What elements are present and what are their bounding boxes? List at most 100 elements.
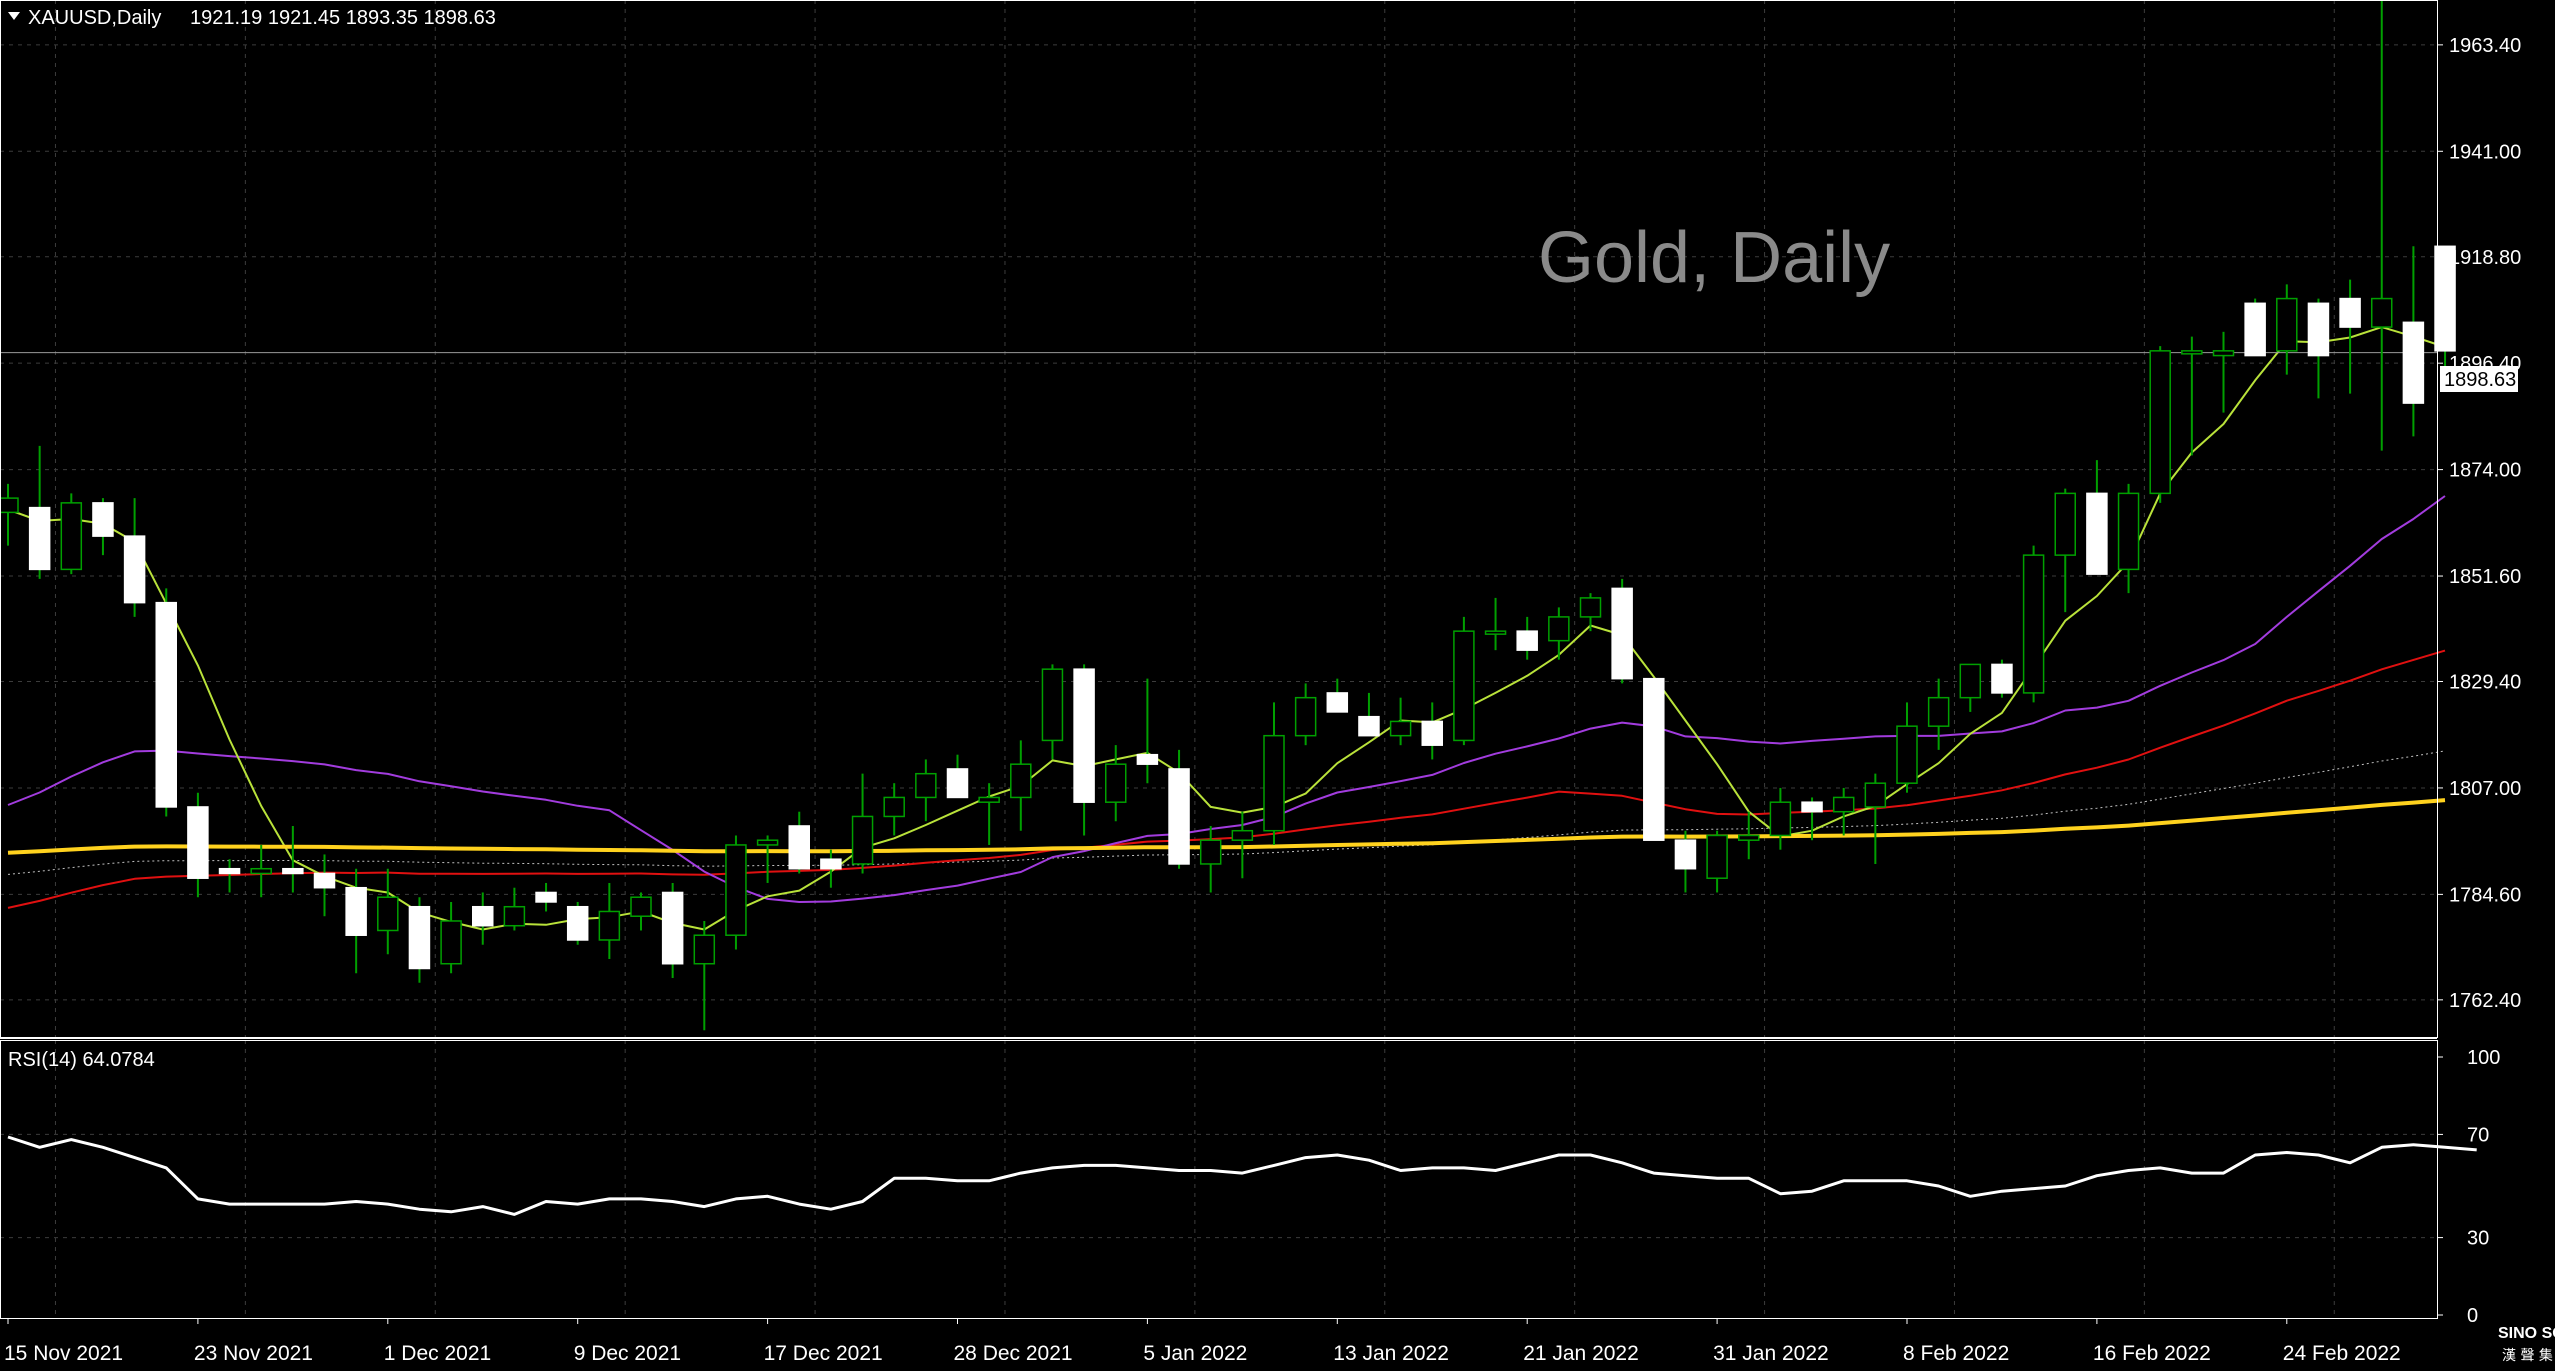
candle-bullish [60,502,83,571]
candle-bearish [218,867,241,875]
current-price-label: 1898.63 [2444,369,2516,391]
logo-text-en: SINO SOUND [2498,1325,2555,1342]
candle-bearish [282,867,304,875]
candle-bearish [1674,839,1697,870]
candle-bullish [756,839,779,846]
candle-bullish [1548,616,1570,642]
rsi-tick-label: 0 [2467,1305,2478,1327]
candle-bearish [155,601,177,808]
candle-bearish [1073,668,1095,803]
price-chart[interactable]: 1963.401941.001918.801896.401874.001851.… [0,0,2555,1371]
candle-bullish [250,867,272,875]
candle-bullish [1769,801,1792,837]
candle-bearish [1326,692,1349,713]
date-tick-label: 15 Nov 2021 [4,1342,123,1365]
candle-bullish [2149,350,2171,495]
candle-bullish [377,896,399,932]
candle-bullish [503,905,526,927]
date-tick-label: 13 Jan 2022 [1333,1342,1449,1365]
rsi-label: RSI(14) 64.0784 [8,1049,155,1071]
date-tick-label: 28 Dec 2021 [954,1342,1073,1365]
candle-bearish [187,806,209,879]
candle-bullish [1927,696,1950,727]
price-tick-label: 1918.80 [2449,247,2521,269]
price-tick-label: 1784.60 [2449,884,2521,906]
date-tick-label: 17 Dec 2021 [764,1342,883,1365]
date-tick-label: 24 Feb 2022 [2283,1342,2401,1365]
candle-bearish [1516,630,1538,651]
candle-bullish [1706,834,1728,879]
rsi-tick-label: 30 [2467,1228,2489,1250]
candle-bullish [2276,297,2298,352]
candle-bullish [1484,630,1507,635]
candle-bullish [0,497,19,514]
candle-bullish [693,934,716,965]
ohlc-label: 1921.19 1921.45 1893.35 1898.63 [190,7,496,29]
candle-bearish [1421,720,1443,746]
candle-bearish [28,506,51,571]
candle-bullish [725,844,747,936]
candle-bullish [1896,725,1918,784]
date-tick-label: 23 Nov 2021 [194,1342,313,1365]
candle-bullish [1579,597,1602,618]
candle-bearish [313,872,336,889]
candle-bullish [1199,839,1222,865]
candle-bullish [2054,492,2076,556]
price-tick-label: 1874.00 [2449,460,2521,482]
candle-bullish [883,796,905,818]
candle-bullish [1959,663,1982,699]
candle-bullish [2181,350,2203,355]
candle-bullish [2212,350,2235,357]
price-tick-label: 1963.40 [2449,35,2521,57]
candle-bearish [1136,753,1159,765]
date-tick-label: 31 Jan 2022 [1713,1342,1829,1365]
candle-bearish [2307,302,2330,357]
date-tick-label: 21 Jan 2022 [1523,1342,1639,1365]
candle-bullish [1832,796,1855,813]
candle-bearish [2339,297,2361,328]
candle-bullish [1231,829,1254,841]
price-tick-label: 1762.40 [2449,990,2521,1012]
candle-bearish [1358,715,1380,737]
rsi-tick-label: 100 [2467,1047,2500,1069]
price-tick-label: 1851.60 [2449,566,2521,588]
date-tick-label: 9 Dec 2021 [574,1342,681,1365]
candle-bearish [92,502,114,537]
candle-bearish [408,905,431,970]
price-tick-label: 1807.00 [2449,778,2521,800]
date-tick-label: 16 Feb 2022 [2093,1342,2211,1365]
candle-bearish [535,891,557,903]
candle-bearish [1611,587,1633,680]
candle-bullish [1864,782,1887,808]
candle-bullish [1389,720,1412,737]
candle-bullish [851,815,874,865]
date-tick-label: 5 Jan 2022 [1143,1342,1247,1365]
candle-bearish [123,535,146,604]
price-tick-label: 1829.40 [2449,672,2521,694]
candle-bearish [788,825,810,870]
date-tick-label: 1 Dec 2021 [384,1342,491,1365]
candle-bullish [915,772,937,799]
candle-bullish [2117,492,2140,571]
candle-bullish [1010,763,1032,799]
candle-bullish [440,920,462,965]
candle-bearish [820,858,842,870]
candle-bearish [946,768,969,799]
candle-bearish [1168,768,1190,865]
chart-watermark: Gold, Daily [1538,218,1890,298]
candle-bullish [1738,834,1760,841]
candle-bullish [630,896,652,917]
candle-bullish [598,910,621,941]
candle-bearish [1991,663,2013,694]
candle-bearish [472,905,494,927]
candle-bearish [345,886,367,936]
candle-bearish [661,891,684,965]
candle-bullish [1294,696,1317,737]
date-tick-label: 8 Feb 2022 [1903,1342,2009,1365]
candle-bearish [1801,801,1823,813]
candle-bullish [2022,554,2045,694]
candle-bullish [978,796,1000,803]
logo-text-cn: 漢 聲 集 團 [2502,1347,2555,1364]
candle-bearish [2086,492,2108,575]
price-tick-label: 1941.00 [2449,141,2521,163]
